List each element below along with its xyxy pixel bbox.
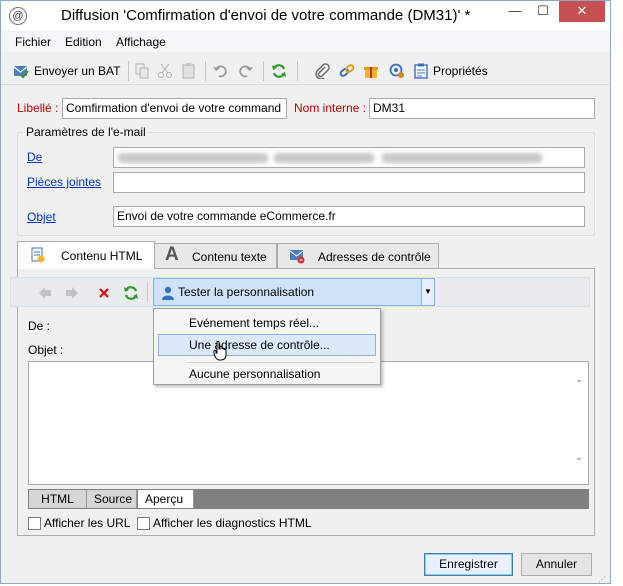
redo-icon[interactable]: [237, 63, 253, 79]
menu-item-realtime-event-label: Evénement temps réel...: [189, 316, 320, 330]
label-input[interactable]: Comfirmation d'envoi de votre command: [62, 98, 287, 119]
delete-icon[interactable]: [96, 285, 112, 301]
window-title: Diffusion 'Comfirmation d'envoi de votre…: [61, 7, 471, 24]
attachment-icon[interactable]: [314, 63, 330, 79]
personalization-combo[interactable]: Tester la personnalisation: [153, 278, 433, 306]
title-bar[interactable]: @ Diffusion 'Comfirmation d'envoi de vot…: [1, 1, 610, 31]
menu-item-seed-address[interactable]: Une adresse de contrôle...: [158, 334, 376, 356]
close-button[interactable]: ✕: [559, 1, 605, 22]
minimize-button[interactable]: —: [501, 1, 529, 22]
tab-view-source[interactable]: Source: [87, 490, 137, 508]
cancel-button-label: Annuler: [535, 557, 578, 571]
preview-from-label: De :: [28, 319, 51, 333]
paste-icon[interactable]: [181, 63, 197, 79]
attachments-input[interactable]: [113, 172, 585, 193]
from-input[interactable]: [113, 147, 585, 168]
from-link[interactable]: De: [27, 150, 42, 164]
toolbar-separator: [147, 282, 148, 302]
personalization-menu: Evénement temps réel... Une adresse de c…: [153, 308, 381, 385]
internal-name-input[interactable]: DM31: [369, 98, 595, 119]
scroll-up-icon[interactable]: ⌃: [574, 379, 584, 390]
html-content-icon: [31, 247, 45, 263]
send-proof-label: Envoyer un BAT: [34, 64, 121, 78]
properties-icon: [414, 63, 428, 79]
tab-seed-addresses[interactable]: Adresses de contrôle: [277, 243, 439, 268]
hand-cursor-icon: [213, 341, 227, 361]
label-label: Libellé :: [17, 101, 59, 115]
show-urls-label: Afficher les URL: [44, 516, 131, 530]
toolbar-separator: [263, 61, 264, 81]
menu-fichier[interactable]: Fichier: [15, 35, 51, 49]
menu-item-seed-address-label: Une adresse de contrôle...: [189, 338, 330, 352]
menu-item-no-personalization-label: Aucune personnalisation: [189, 367, 321, 381]
show-html-diagnostics-label: Afficher les diagnostics HTML: [153, 516, 312, 530]
menu-bar: Fichier Edition Affichage: [1, 32, 610, 52]
tab-seeds-label: Adresses de contrôle: [318, 250, 431, 264]
redacted-sender-address: [382, 153, 542, 163]
menu-edition[interactable]: Edition: [65, 35, 102, 49]
link-icon[interactable]: [339, 63, 355, 79]
cancel-button[interactable]: Annuler: [521, 553, 592, 576]
attachments-link[interactable]: Pièces jointes: [27, 175, 101, 189]
toolbar-separator: [205, 61, 206, 81]
show-urls-checkbox[interactable]: [28, 517, 41, 530]
email-params-title: Paramètres de l'e-mail: [23, 125, 149, 139]
preview-subject-label: Objet :: [28, 343, 64, 357]
distribution-window: @ Diffusion 'Comfirmation d'envoi de vot…: [0, 0, 611, 584]
toolbar-separator: [297, 61, 298, 81]
tab-view-preview[interactable]: Aperçu: [138, 490, 194, 508]
target-settings-icon[interactable]: [389, 63, 405, 79]
scroll-down-icon[interactable]: ⌄: [574, 452, 584, 463]
tab-html-label: Contenu HTML: [61, 249, 143, 263]
tab-text-label: Contenu texte: [192, 250, 267, 264]
save-button-label: Enregistrer: [439, 557, 498, 571]
tab-html-content[interactable]: Contenu HTML: [17, 241, 155, 269]
menu-item-realtime-event[interactable]: Evénement temps réel...: [158, 312, 376, 334]
gift-icon[interactable]: [363, 63, 379, 79]
properties-label: Propriétés: [433, 64, 488, 78]
menu-item-no-personalization[interactable]: Aucune personnalisation: [158, 363, 376, 385]
send-proof-icon: [13, 66, 29, 79]
redacted-sender-name: [118, 153, 268, 163]
view-mode-tabs: HTML Source Aperçu: [28, 489, 589, 509]
user-icon: [162, 286, 174, 300]
toolbar-separator: [128, 61, 129, 81]
app-icon: @: [9, 7, 27, 25]
main-toolbar: Envoyer un BAT Propriétés: [1, 57, 610, 85]
redacted-sender-part: [274, 153, 374, 163]
cut-icon[interactable]: [157, 63, 173, 79]
subject-input[interactable]: Envoi de votre commande eCommerce.fr: [113, 206, 585, 227]
properties-button[interactable]: Propriétés: [413, 62, 493, 80]
tab-text-content[interactable]: A Contenu texte: [154, 243, 277, 268]
undo-icon[interactable]: [213, 63, 229, 79]
copy-icon[interactable]: [134, 63, 150, 79]
refresh-preview-icon[interactable]: [123, 285, 139, 301]
menu-affichage[interactable]: Affichage: [116, 35, 166, 49]
refresh-icon[interactable]: [271, 63, 287, 79]
personalization-combo-label: Tester la personnalisation: [178, 285, 315, 299]
seed-address-icon: [289, 250, 305, 264]
show-html-diagnostics-checkbox[interactable]: [137, 517, 150, 530]
chevron-down-icon: ▼: [424, 287, 432, 296]
subject-link[interactable]: Objet: [27, 210, 56, 224]
personalization-dropdown-toggle[interactable]: ▼: [421, 278, 435, 306]
tab-view-html[interactable]: HTML: [29, 490, 87, 508]
back-arrow-icon[interactable]: [37, 285, 53, 301]
resize-grip-icon[interactable]: ⋰: [598, 575, 606, 584]
send-proof-button[interactable]: Envoyer un BAT: [13, 62, 123, 80]
forward-arrow-icon[interactable]: [64, 285, 80, 301]
internal-name-label: Nom interne :: [294, 101, 367, 115]
text-content-icon: A: [165, 244, 179, 265]
maximize-button[interactable]: ☐: [529, 1, 557, 22]
save-button[interactable]: Enregistrer: [424, 553, 513, 576]
